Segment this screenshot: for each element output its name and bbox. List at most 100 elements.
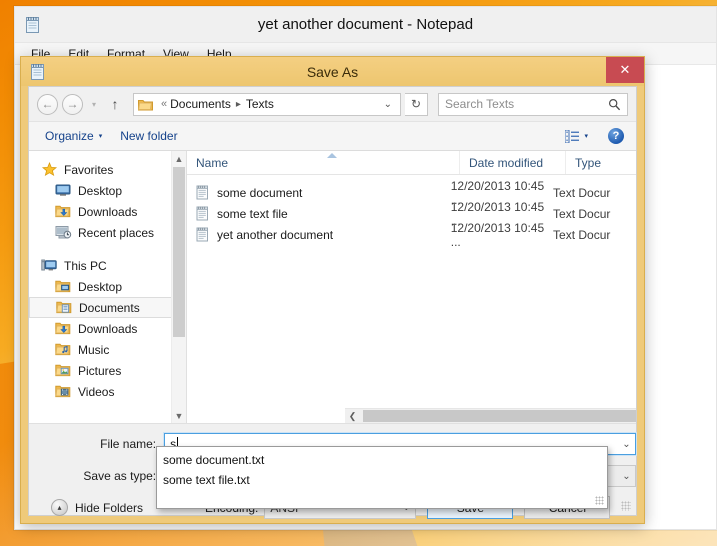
- new-folder-label: New folder: [120, 129, 177, 143]
- save-as-title-bar[interactable]: Save As ✕: [21, 57, 644, 86]
- scroll-left-icon[interactable]: ❮: [345, 411, 360, 422]
- breadcrumb-segment-texts[interactable]: Texts: [246, 97, 274, 111]
- autocomplete-item[interactable]: some document.txt: [157, 450, 607, 470]
- column-label: Name: [196, 156, 228, 170]
- file-list-rows: some document 12/20/2013 10:45 ... Text …: [187, 175, 636, 245]
- breadcrumb-segment-documents[interactable]: Documents: [170, 97, 231, 111]
- filename-autocomplete-dropdown[interactable]: some document.txt some text file.txt: [156, 446, 608, 509]
- file-name-cell: yet another document: [196, 227, 451, 242]
- column-label: Date modified: [469, 156, 543, 170]
- close-icon[interactable]: ✕: [606, 57, 644, 83]
- chevron-down-icon[interactable]: ⌄: [618, 466, 635, 486]
- change-view-button[interactable]: ▾: [557, 127, 596, 146]
- downloads-folder-icon: [55, 321, 72, 336]
- search-box[interactable]: [438, 93, 628, 116]
- view-list-icon: [565, 130, 579, 143]
- recent-places-icon: [55, 225, 72, 240]
- column-label: Type: [575, 156, 601, 170]
- back-icon[interactable]: ←: [37, 94, 58, 115]
- tree-label: Documents: [79, 301, 140, 315]
- tree-item-desktop-pc[interactable]: Desktop: [29, 276, 186, 297]
- notepad-title-bar[interactable]: yet another document - Notepad: [15, 7, 716, 43]
- breadcrumb[interactable]: « Documents ▸ Texts ⌄: [133, 93, 401, 116]
- table-row[interactable]: some document 12/20/2013 10:45 ... Text …: [187, 182, 636, 203]
- column-header-date-modified[interactable]: Date modified: [460, 151, 566, 174]
- save-as-title: Save As: [21, 64, 644, 80]
- desktop-folder-icon: [55, 279, 72, 294]
- tree-label: Downloads: [78, 205, 137, 219]
- file-list-pane[interactable]: Name Date modified Type: [187, 151, 636, 423]
- search-input[interactable]: [445, 97, 608, 111]
- tree-group-gap: [29, 243, 186, 255]
- tree-label: Downloads: [78, 322, 137, 336]
- savetype-label: Save as type:: [29, 469, 164, 483]
- text-document-icon: [196, 227, 209, 242]
- navpane-vertical-scrollbar[interactable]: ▲ ▼: [171, 151, 186, 423]
- autocomplete-item[interactable]: some text file.txt: [157, 470, 607, 490]
- refresh-icon[interactable]: ↻: [405, 93, 428, 116]
- videos-folder-icon: [55, 384, 72, 399]
- file-list-horizontal-scrollbar[interactable]: ❮ ❯: [345, 408, 636, 423]
- filename-label: File name:: [29, 437, 164, 451]
- scrollbar-thumb[interactable]: [363, 410, 636, 422]
- file-type: Text Docur: [553, 186, 636, 200]
- chevron-down-icon: ▾: [584, 132, 588, 140]
- chevron-down-icon[interactable]: ⌄: [618, 434, 635, 454]
- scrollbar-thumb[interactable]: [173, 167, 185, 337]
- file-type: Text Docur: [553, 207, 636, 221]
- breadcrumb-overflow-icon[interactable]: «: [161, 98, 167, 110]
- notepad-icon: [25, 16, 41, 34]
- search-icon: [608, 98, 621, 111]
- file-name: yet another document: [217, 228, 333, 242]
- column-header-name[interactable]: Name: [187, 151, 460, 174]
- folder-icon: [138, 98, 153, 111]
- recent-locations-icon[interactable]: ▾: [87, 100, 101, 109]
- new-folder-button[interactable]: New folder: [112, 126, 185, 146]
- hide-folders-label: Hide Folders: [75, 501, 143, 515]
- sort-ascending-icon: [327, 153, 337, 158]
- scroll-up-icon[interactable]: ▲: [172, 151, 186, 166]
- navigation-bar: ← → ▾ ↑ « Documents ▸ Texts ⌄ ↻: [29, 87, 636, 121]
- tree-item-recent-places[interactable]: Recent places: [29, 222, 186, 243]
- up-icon[interactable]: ↑: [105, 96, 125, 112]
- tree-label: Desktop: [78, 280, 122, 294]
- downloads-folder-icon: [55, 204, 72, 219]
- tree-item-desktop-fav[interactable]: Desktop: [29, 180, 186, 201]
- help-icon[interactable]: ?: [608, 128, 624, 144]
- tree-item-videos[interactable]: Videos: [29, 381, 186, 402]
- tree-label: Pictures: [78, 364, 121, 378]
- resize-grip[interactable]: [595, 496, 604, 505]
- tree-label: Music: [78, 343, 109, 357]
- tree-item-downloads-pc[interactable]: Downloads: [29, 318, 186, 339]
- tree-item-pictures[interactable]: Pictures: [29, 360, 186, 381]
- tree-item-documents[interactable]: Documents: [29, 297, 182, 318]
- breadcrumb-separator-icon: ▸: [236, 99, 241, 110]
- organize-button[interactable]: Organize ▾: [37, 126, 110, 146]
- command-bar: Organize ▾ New folder: [29, 121, 636, 151]
- scrollbar-track[interactable]: [360, 409, 621, 423]
- organize-label: Organize: [45, 129, 94, 143]
- tree-item-music[interactable]: Music: [29, 339, 186, 360]
- tree-group-this-pc[interactable]: This PC: [29, 255, 186, 276]
- tree-group-favorites[interactable]: Favorites: [29, 159, 186, 180]
- chevron-down-icon[interactable]: ⌄: [380, 99, 396, 110]
- file-name-cell: some document: [196, 185, 451, 200]
- file-type: Text Docur: [553, 228, 636, 242]
- chevron-up-icon: ▴: [51, 499, 68, 516]
- tree-item-downloads-fav[interactable]: Downloads: [29, 201, 186, 222]
- table-row[interactable]: some text file 12/20/2013 10:45 ... Text…: [187, 203, 636, 224]
- column-header-type[interactable]: Type: [566, 151, 636, 174]
- scroll-down-icon[interactable]: ▼: [172, 408, 186, 423]
- computer-icon: [41, 258, 58, 273]
- documents-folder-icon: [56, 300, 73, 315]
- star-icon: [41, 162, 58, 177]
- monitor-icon: [55, 183, 72, 198]
- dialog-content: Favorites Desktop: [29, 151, 636, 423]
- table-row[interactable]: yet another document 12/20/2013 10:45 ..…: [187, 224, 636, 245]
- notepad-title: yet another document - Notepad: [15, 16, 716, 33]
- folder-tree: Favorites Desktop: [29, 151, 186, 402]
- forward-icon[interactable]: →: [62, 94, 83, 115]
- resize-grip[interactable]: [621, 501, 631, 511]
- tree-label: Videos: [78, 385, 114, 399]
- tree-label: Desktop: [78, 184, 122, 198]
